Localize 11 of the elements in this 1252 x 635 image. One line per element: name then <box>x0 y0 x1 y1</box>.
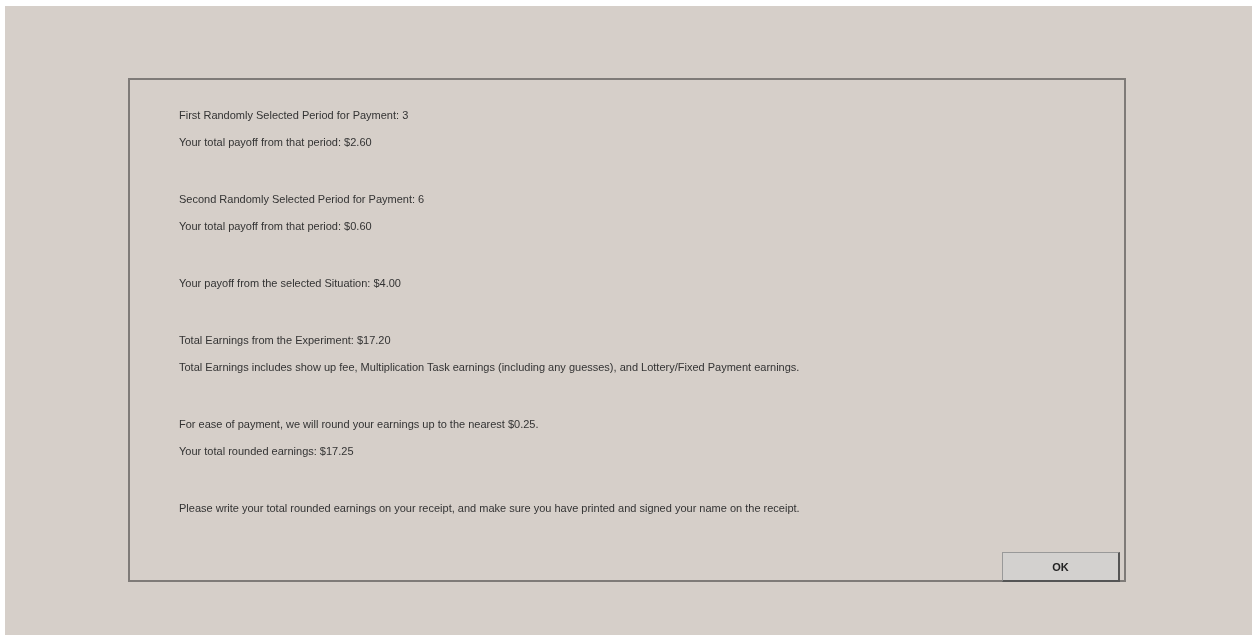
message-text: Total Earnings from the Experiment: $17.20 <box>179 333 392 348</box>
message-text: Your total rounded earnings: $17.25 <box>179 444 355 459</box>
message-text: Your total payoff from that period: $0.60 <box>179 219 373 234</box>
message-text: Your total payoff from that period: $2.60 <box>179 135 373 150</box>
message-text: Total Earnings includes show up fee, Multiplication Task earnings (including any guesses), and Lottery/Fixed Payment earnings. <box>179 360 801 375</box>
message-text: Second Randomly Selected Period for Payment: 6 <box>179 192 426 207</box>
ok-button[interactable]: OK <box>1002 552 1120 582</box>
message-text: Please write your total rounded earnings on your receipt, and make sure you have printed and signed your name on the receipt. <box>179 501 801 516</box>
message-text: For ease of payment, we will round your earnings up to the nearest $0.25. <box>179 417 540 432</box>
message-text: Your payoff from the selected Situation: $4.00 <box>179 276 402 291</box>
message-text: First Randomly Selected Period for Payment: 3 <box>179 108 410 123</box>
